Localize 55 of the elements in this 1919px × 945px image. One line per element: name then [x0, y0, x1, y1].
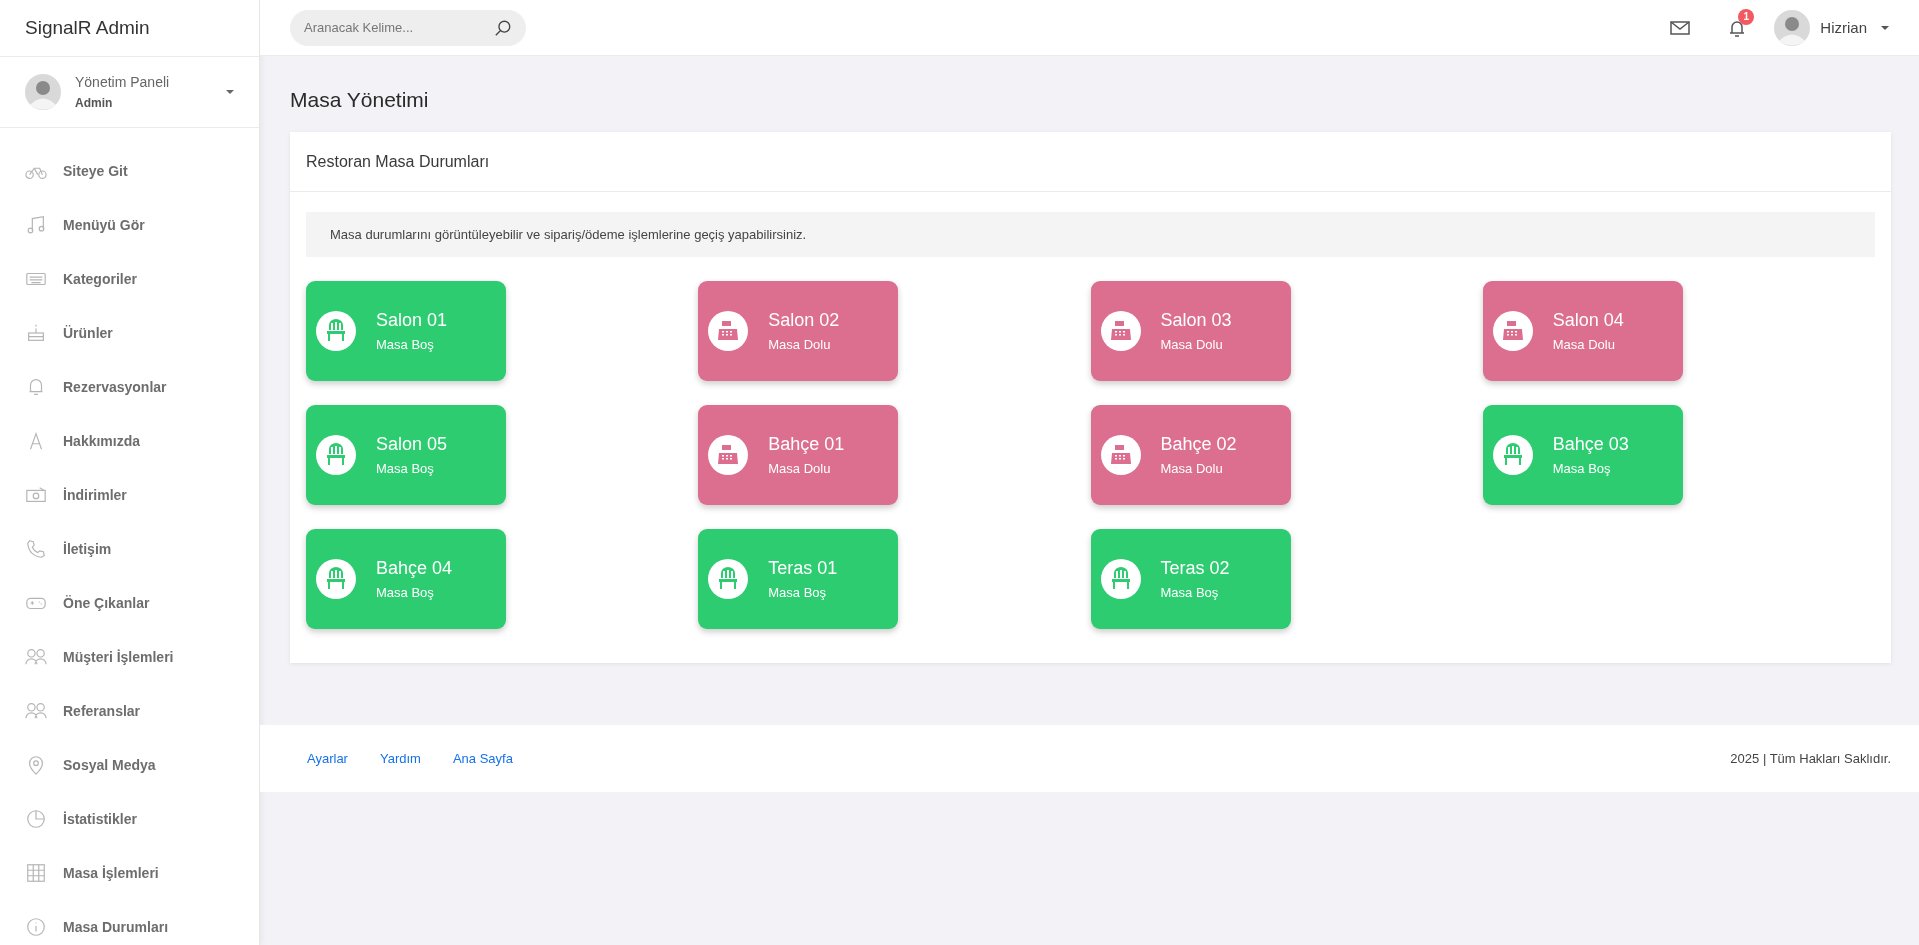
footer-link[interactable]: Ana Sayfa	[452, 751, 513, 766]
table-status: Masa Dolu	[768, 337, 832, 352]
profile-role: Admin	[75, 96, 114, 110]
profile-title: Yönetim Paneli	[75, 74, 171, 90]
search-field[interactable]: Aranacak Kelime...	[290, 9, 526, 46]
table-name: Salon 04	[1552, 310, 1624, 331]
sidebar-item[interactable]: Menüyü Gör	[0, 198, 259, 252]
table-name: Bahçe 02	[1160, 434, 1237, 455]
table-card[interactable]: Bahçe 02 Masa Dolu	[1090, 405, 1291, 505]
table-status: Masa Boş	[376, 337, 435, 352]
brand-title: SignalR Admin	[25, 17, 150, 39]
table-status: Masa Dolu	[1160, 337, 1224, 352]
table-card[interactable]: Salon 04 Masa Dolu	[1482, 281, 1683, 381]
sidebar-item[interactable]: Hakkımızda	[0, 414, 259, 468]
table-name: Salon 03	[1160, 310, 1232, 331]
sidebar-item[interactable]: Masa İşlemleri	[0, 846, 259, 900]
sidebar-item[interactable]: Masa Durumları	[0, 900, 259, 945]
sidebar-item[interactable]: Siteye Git	[0, 144, 259, 198]
table-status: Masa Dolu	[1552, 337, 1616, 352]
table-name: Teras 02	[1160, 558, 1230, 579]
sidebar-item[interactable]: Ürünler	[0, 306, 259, 360]
table-status: Masa Boş	[768, 585, 828, 600]
sidebar-item[interactable]: İstatistikler	[0, 792, 259, 846]
table-status: Masa Boş	[376, 461, 435, 476]
table-name: Salon 05	[376, 434, 448, 455]
panel-title: Restoran Masa Durumları	[306, 152, 490, 171]
table-status: Masa Dolu	[1160, 461, 1224, 476]
table-name: Teras 01	[768, 558, 838, 579]
sidebar-item[interactable]: Müşteri İşlemleri	[0, 630, 259, 684]
table-status: Masa Boş	[1160, 585, 1220, 600]
footer-link[interactable]: Ayarlar	[307, 751, 348, 766]
table-name: Bahçe 04	[376, 558, 453, 579]
sidebar-item[interactable]: Sosyal Medya	[0, 738, 259, 792]
table-card[interactable]: Salon 03 Masa Dolu	[1090, 281, 1291, 381]
sidebar-item[interactable]: İndirimler	[0, 468, 259, 522]
sidebar-item[interactable]: Kategoriler	[0, 252, 259, 306]
user-name[interactable]: Hizrian	[1820, 19, 1867, 36]
table-status: Masa Dolu	[768, 461, 832, 476]
table-card[interactable]: Salon 02 Masa Dolu	[698, 281, 899, 381]
table-status: Masa Boş	[376, 585, 435, 600]
info-alert: Masa durumlarını görüntüleyebilir ve sipariş/ödeme işlemlerine geçiş yapabilirsiniz.	[306, 212, 1875, 257]
footer-link[interactable]: Yardım	[379, 751, 421, 766]
table-name: Salon 01	[376, 310, 448, 331]
sidebar-item[interactable]: Referanslar	[0, 684, 259, 738]
sidebar-item[interactable]: İletişim	[0, 522, 259, 576]
sidebar-item[interactable]: Öne Çıkanlar	[0, 576, 259, 630]
table-status: Masa Boş	[1552, 461, 1612, 476]
notification-badge: 1	[1738, 8, 1755, 25]
table-name: Bahçe 01	[768, 434, 845, 455]
copyright-text: 2025 | Tüm Hakları Saklıdır.	[1730, 751, 1891, 766]
sidebar-item[interactable]: Rezervasyonlar	[0, 360, 259, 414]
table-name: Bahçe 03	[1552, 434, 1629, 455]
table-card[interactable]: Bahçe 01 Masa Dolu	[698, 405, 899, 505]
table-name: Salon 02	[768, 310, 840, 331]
page-title: Masa Yönetimi	[290, 88, 430, 112]
